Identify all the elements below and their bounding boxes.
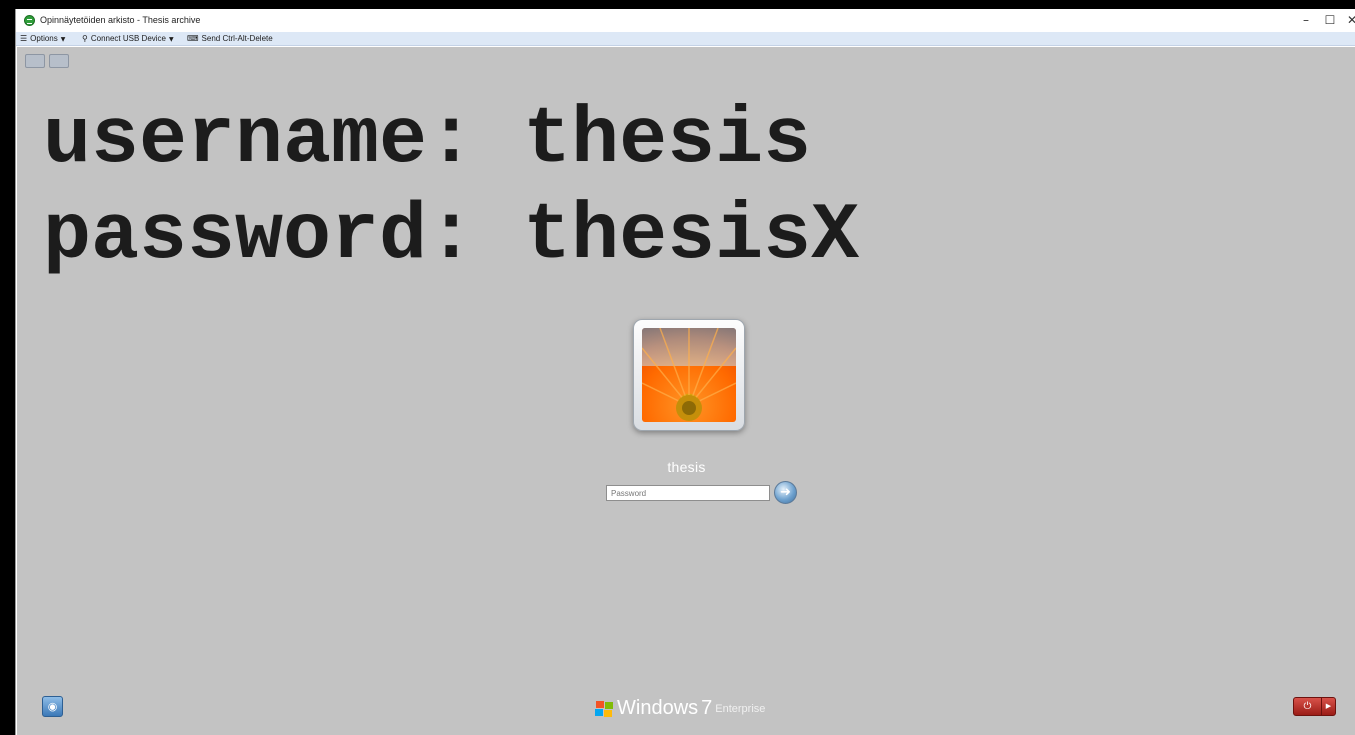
ease-of-access-button[interactable]: ◉ — [42, 696, 63, 717]
user-avatar[interactable] — [633, 319, 745, 431]
cad-label: Send Ctrl-Alt-Delete — [201, 34, 273, 43]
connect-usb-menu[interactable]: ⚲ Connect USB Device ▼ — [82, 33, 174, 46]
power-button-group: ⏻ ▶ — [1293, 697, 1336, 716]
options-menu[interactable]: ☰ Options ▼ — [20, 33, 65, 46]
session-minimize-button[interactable] — [49, 54, 69, 68]
app-logo-icon — [24, 15, 35, 26]
title-bar[interactable]: Opinnäytetöiden arkisto - Thesis archive… — [16, 9, 1355, 32]
keyboard-icon: ⌨ — [187, 34, 199, 43]
chevron-down-icon: ▼ — [60, 36, 66, 43]
usb-label: Connect USB Device — [90, 34, 167, 43]
options-label: Options — [30, 34, 58, 43]
submit-arrow-button[interactable]: ➜ — [774, 481, 797, 504]
brand-name: Windows — [617, 697, 699, 719]
shutdown-options-button[interactable]: ▶ — [1322, 698, 1335, 715]
pin-button[interactable] — [25, 54, 45, 68]
password-field[interactable] — [606, 485, 770, 501]
windows-logo-icon — [595, 700, 613, 717]
window-title: Opinnäytetöiden arkisto - Thesis archive — [40, 15, 201, 25]
remote-desktop-screen[interactable]: username: thesis password: thesisX thesi… — [17, 47, 1355, 735]
shut-down-button[interactable]: ⏻ — [1294, 698, 1322, 715]
session-toolbar: ☰ Options ▼ ⚲ Connect USB Device ▼ ⌨ Send Ctr… — [16, 32, 1355, 46]
close-button[interactable]: ✕ — [1342, 11, 1355, 29]
send-ctrl-alt-delete-button[interactable]: ⌨ Send Ctrl-Alt-Delete — [187, 33, 273, 45]
flower-picture-icon — [642, 328, 736, 422]
brand-version: 7 — [701, 697, 713, 719]
maximize-button[interactable]: ☐ — [1320, 11, 1340, 29]
brand-edition: Enterprise — [715, 702, 766, 715]
remote-session-window: Opinnäytetöiden arkisto - Thesis archive… — [15, 9, 1355, 735]
minimize-button[interactable]: – — [1296, 11, 1316, 29]
hamburger-icon: ☰ — [20, 34, 28, 43]
usb-icon: ⚲ — [82, 34, 88, 43]
windows-branding: Windows 7 Enterprise — [595, 697, 765, 721]
account-name: thesis — [667, 459, 706, 475]
credentials-username-text: username: thesis — [43, 95, 812, 186]
credentials-password-text: password: thesisX — [43, 191, 860, 282]
chevron-down-icon: ▼ — [169, 36, 174, 43]
